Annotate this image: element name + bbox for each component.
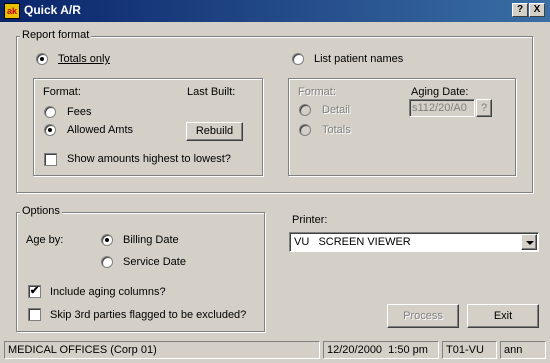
totals-radio[interactable] bbox=[299, 124, 311, 136]
last-built-label: Last Built: bbox=[187, 86, 236, 98]
aging-date-input[interactable]: s112/20/A0 bbox=[409, 99, 475, 117]
detail-radio[interactable] bbox=[299, 104, 311, 116]
allowed-amts-radio[interactable] bbox=[44, 124, 56, 136]
close-button[interactable]: X bbox=[529, 3, 545, 17]
totals-label: Totals bbox=[322, 124, 351, 136]
options-legend: Options bbox=[20, 205, 62, 217]
detail-label: Detail bbox=[322, 104, 351, 116]
skip-3rd-checkbox[interactable] bbox=[28, 308, 41, 321]
fees-label: Fees bbox=[67, 106, 92, 118]
app-icon: ak bbox=[4, 3, 20, 19]
status-user: ann bbox=[500, 341, 546, 359]
skip-3rd-label: Skip 3rd parties flagged to be excluded? bbox=[50, 309, 247, 321]
chevron-down-icon bbox=[526, 241, 534, 245]
age-by-label: Age by: bbox=[26, 234, 64, 246]
billing-date-label: Billing Date bbox=[123, 234, 179, 246]
title-bar bbox=[0, 0, 550, 22]
include-aging-label: Include aging columns? bbox=[50, 286, 166, 298]
format-label: Format: bbox=[43, 86, 81, 98]
show-highest-checkbox[interactable] bbox=[44, 153, 57, 166]
printer-select-value: VU SCREEN VIEWER bbox=[294, 236, 411, 248]
service-date-radio[interactable] bbox=[101, 256, 113, 268]
printer-select[interactable]: VU SCREEN VIEWER bbox=[289, 232, 539, 252]
report-format-legend: Report format bbox=[20, 29, 92, 41]
dropdown-arrow-button[interactable] bbox=[521, 234, 537, 250]
aging-date-label: Aging Date: bbox=[411, 86, 469, 98]
status-datetime: 12/20/2000 1:50 pm bbox=[323, 341, 439, 359]
billing-date-radio[interactable] bbox=[101, 234, 113, 246]
status-terminal: T01-VU bbox=[442, 341, 497, 359]
printer-label: Printer: bbox=[292, 214, 328, 226]
fees-radio[interactable] bbox=[44, 106, 56, 118]
include-aging-checkbox[interactable]: ✔ bbox=[28, 285, 41, 298]
exit-button[interactable]: Exit bbox=[467, 304, 539, 328]
help-button[interactable]: ? bbox=[512, 3, 528, 17]
service-date-label: Service Date bbox=[123, 256, 186, 268]
allowed-amts-label: Allowed Amts bbox=[67, 124, 134, 136]
list-patient-names-label: List patient names bbox=[314, 53, 404, 65]
totals-only-radio[interactable] bbox=[36, 53, 48, 65]
aging-date-picker-button[interactable]: ? bbox=[476, 99, 492, 117]
format-label-right: Format: bbox=[298, 86, 336, 98]
rebuild-button[interactable]: Rebuild bbox=[186, 122, 243, 141]
totals-only-label: Totals only bbox=[58, 53, 110, 65]
list-patient-names-radio[interactable] bbox=[292, 53, 304, 65]
status-office: MEDICAL OFFICES (Corp 01) bbox=[4, 341, 320, 359]
process-button[interactable]: Process bbox=[387, 304, 459, 328]
show-highest-label: Show amounts highest to lowest? bbox=[67, 153, 231, 165]
window-title: Quick A/R bbox=[24, 3, 81, 17]
